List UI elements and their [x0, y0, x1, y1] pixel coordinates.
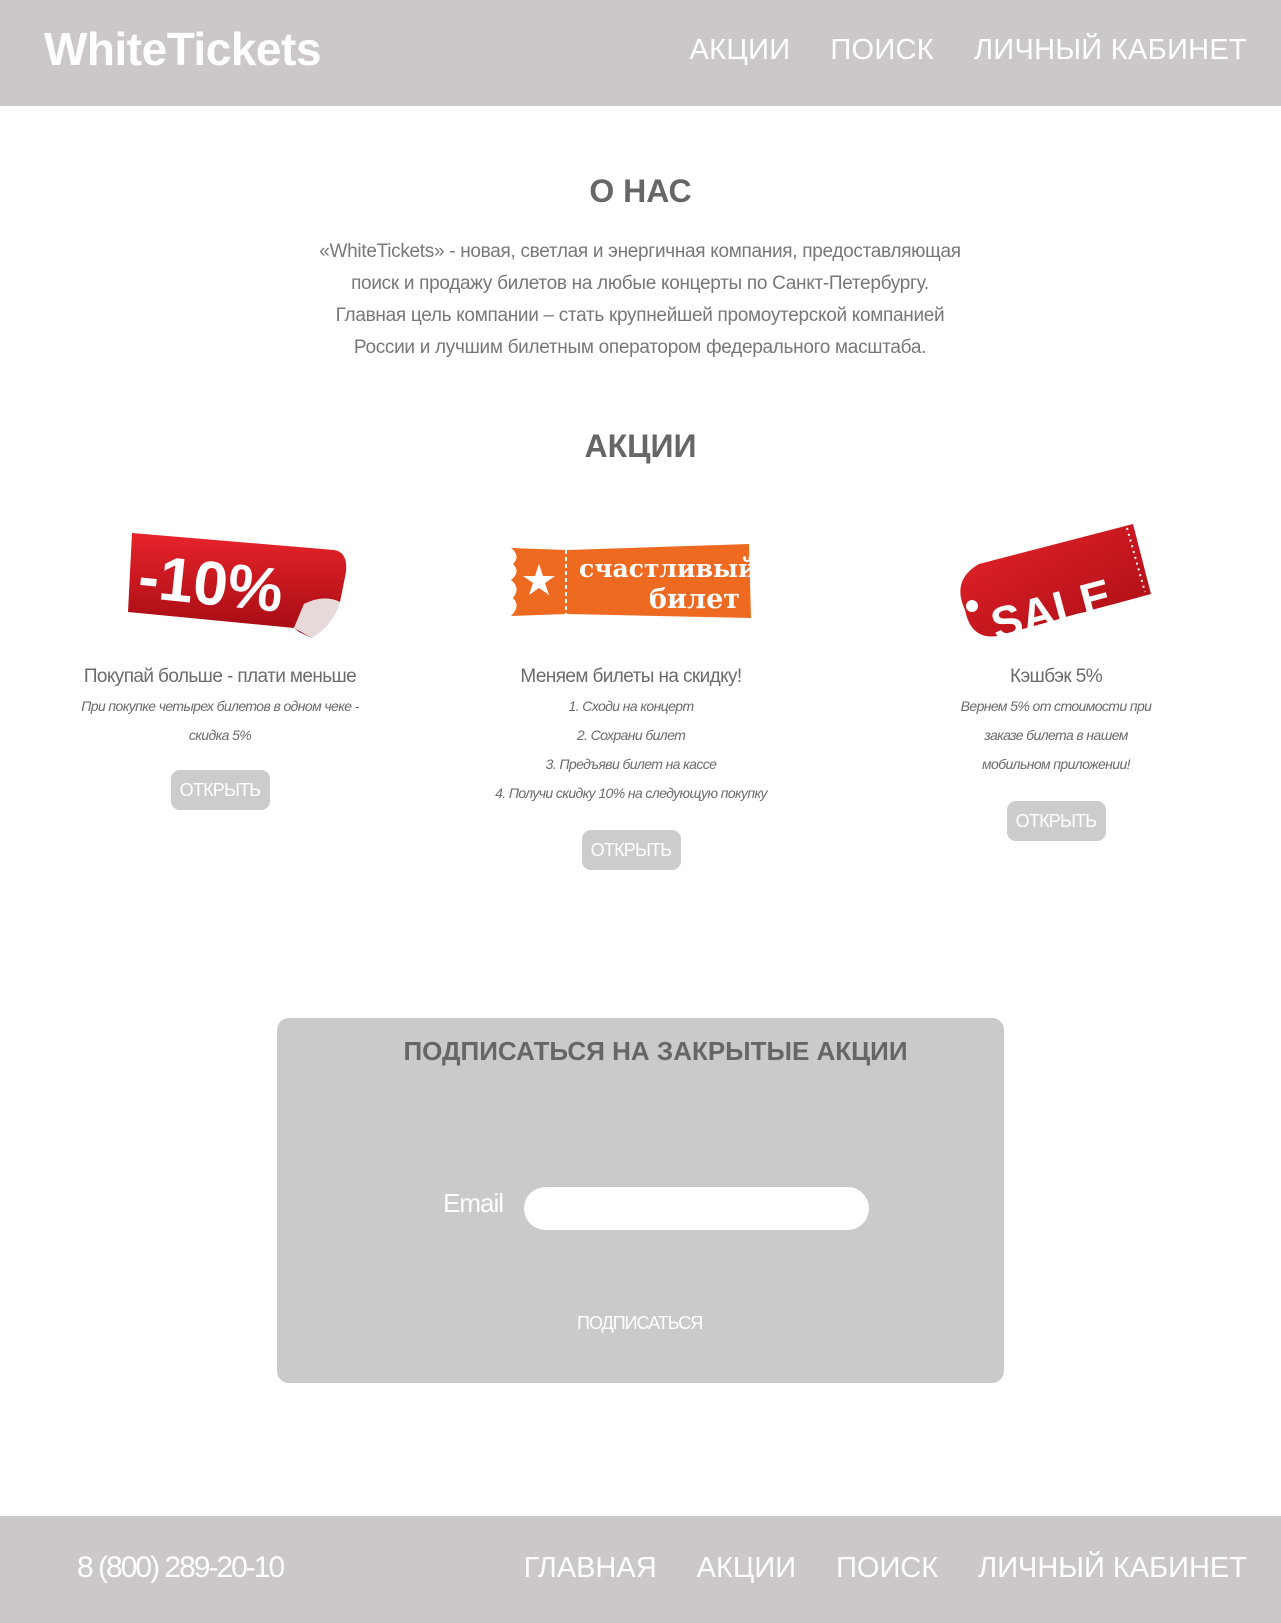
- about-line: России и лучшим билетным оператором феде…: [353, 337, 927, 358]
- about-line: «WhiteTickets» - новая, светлая и энерги…: [319, 241, 961, 262]
- header: WhiteTickets АКЦИИ ПОИСК ЛИЧНЫЙ КАБИНЕТ: [0, 0, 1281, 106]
- subscribe-title: ПОДПИСАТЬСЯ НА ЗАКРЫТЫЕ АКЦИИ: [403, 1036, 908, 1066]
- promo-card-lucky-ticket: Меняем билеты на скидку! 1. Сходи на кон…: [481, 666, 781, 870]
- footer-link-promos[interactable]: АКЦИИ: [697, 1552, 796, 1585]
- sale-tag-image: SALE: [960, 524, 1151, 650]
- promo-description: заказе билета в нашем: [984, 727, 1128, 743]
- promo-card-cashback: Кэшбэк 5% Вернем 5% от стоимости при зак…: [906, 666, 1206, 841]
- phone-number[interactable]: 8 (800) 289-20-10: [77, 1551, 285, 1585]
- promo-title: Покупай больше - плати меньше: [83, 666, 357, 687]
- promo-card-discount: Покупай больше - плати меньше При покупк…: [70, 666, 370, 810]
- footer-nav: ГЛАВНАЯ АКЦИИ ПОИСК ЛИЧНЫЙ КАБИНЕТ: [484, 1552, 1247, 1585]
- nav-link-account[interactable]: ЛИЧНЫЙ КАБИНЕТ: [974, 34, 1247, 67]
- discount-10-sticker-image: -10%: [128, 533, 347, 638]
- about-line: поиск и продажу билетов на любые концерт…: [351, 273, 929, 294]
- promos-title: АКЦИИ: [584, 428, 697, 464]
- promo-title: Кэшбэк 5%: [1009, 666, 1103, 687]
- email-input[interactable]: [524, 1187, 869, 1230]
- about-title: О НАС: [589, 173, 692, 209]
- lucky-ticket-sticker-image: счастливый билет: [511, 544, 753, 618]
- promo-step: 3. Предъяви билет на кассе: [545, 756, 717, 772]
- logo[interactable]: WhiteTickets: [44, 22, 321, 76]
- open-cashback-button[interactable]: ОТКРЫТЬ: [1006, 801, 1106, 841]
- promo-description: При покупке четырех билетов в одном чеке…: [81, 698, 359, 743]
- about-text: «WhiteTickets» - новая, светлая и энерги…: [290, 236, 990, 364]
- open-discount-button[interactable]: ОТКРЫТЬ: [170, 770, 270, 810]
- footer-link-search[interactable]: ПОИСК: [836, 1552, 938, 1585]
- nav-link-promos[interactable]: АКЦИИ: [689, 34, 790, 67]
- main-nav: АКЦИИ ПОИСК ЛИЧНЫЙ КАБИНЕТ: [649, 34, 1247, 67]
- promo-description: Вернем 5% от стоимости при: [960, 698, 1152, 714]
- open-lucky-ticket-button[interactable]: ОТКРЫТЬ: [581, 830, 681, 870]
- about-line: Главная цель компании – стать крупнейшей…: [335, 305, 945, 326]
- promo-title: Меняем билеты на скидку!: [520, 666, 742, 687]
- subscribe-panel: ПОДПИСАТЬСЯ НА ЗАКРЫТЫЕ АКЦИИ Email ПОДП…: [277, 1018, 1004, 1383]
- promo-step: 2. Сохрани билет: [576, 727, 686, 743]
- subscribe-button[interactable]: ПОДПИСАТЬСЯ: [577, 1308, 703, 1338]
- promo-step: 1. Сходи на концерт: [568, 698, 694, 714]
- footer-link-home[interactable]: ГЛАВНАЯ: [524, 1552, 657, 1585]
- promo-description: мобильном приложении!: [982, 756, 1131, 772]
- promo-step: 4. Получи скидку 10% на следующую покупк…: [495, 785, 767, 801]
- lucky-ticket-line2: билет: [649, 584, 740, 615]
- footer: 8 (800) 289-20-10 ГЛАВНАЯ АКЦИИ ПОИСК ЛИ…: [0, 1516, 1281, 1623]
- footer-link-account[interactable]: ЛИЧНЫЙ КАБИНЕТ: [978, 1552, 1247, 1585]
- email-label: Email: [443, 1188, 504, 1218]
- nav-link-search[interactable]: ПОИСК: [830, 34, 934, 67]
- lucky-ticket-line1: счастливый: [579, 554, 753, 583]
